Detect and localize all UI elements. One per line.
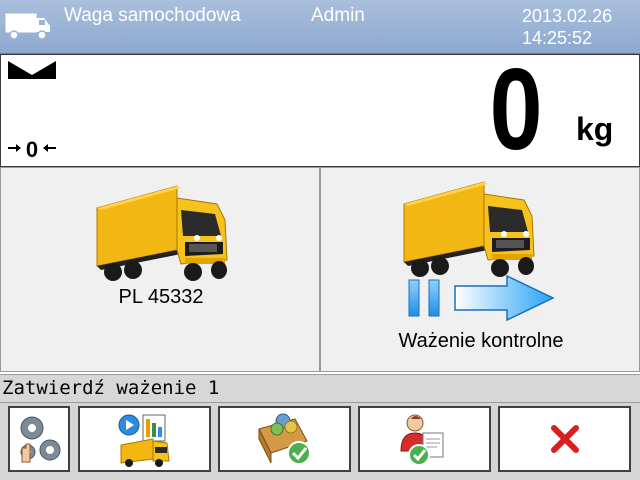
date-time: 2013.02.26 14:25:52 — [522, 5, 632, 49]
products-confirm-button[interactable] — [218, 406, 351, 472]
bottom-toolbar — [0, 403, 640, 480]
truck-icon — [403, 181, 535, 278]
stable-indicator-icon — [8, 61, 56, 79]
weighing-mode-tile[interactable]: Ważenie kontrolne — [320, 167, 640, 372]
truck-icon — [5, 13, 50, 40]
products-confirm-icon — [257, 413, 311, 465]
cancel-button[interactable] — [498, 406, 631, 472]
weight-display: 0 0 kg — [0, 49, 640, 169]
settings-gears-icon — [20, 416, 61, 463]
zero-indicator-icon: 0 — [8, 137, 56, 161]
date-label: 2013.02.26 — [522, 6, 613, 26]
truck-database-button[interactable] — [78, 406, 211, 472]
vehicle-tile[interactable]: PL 45332 — [0, 167, 320, 372]
operator-confirm-button[interactable] — [358, 406, 491, 472]
svg-text:0: 0 — [26, 137, 38, 161]
drive-through-arrow-icon — [408, 274, 555, 322]
weighing-mode-label: Ważenie kontrolne — [398, 330, 564, 352]
cancel-x-icon — [550, 425, 579, 453]
weight-unit: kg — [576, 111, 614, 147]
operator-confirm-icon — [399, 414, 443, 466]
truck-database-icon — [118, 414, 170, 467]
app-title: Waga samochodowa — [64, 5, 241, 26]
truck-icon — [96, 185, 228, 282]
weight-value: 0 — [490, 44, 543, 174]
user-name: Admin — [311, 5, 365, 26]
vehicle-plate-label: PL 45332 — [118, 286, 204, 308]
settings-button[interactable] — [8, 406, 70, 472]
status-bar: Zatwierdź ważenie 1 — [0, 374, 640, 403]
title-bar: Waga samochodowa Admin 2013.02.26 14:25:… — [0, 0, 640, 54]
